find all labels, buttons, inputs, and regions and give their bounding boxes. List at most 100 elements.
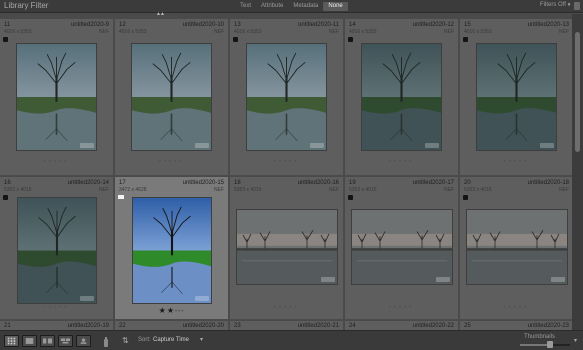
spray-can-icon	[104, 337, 108, 347]
thumbnail-cell[interactable]: 24untitled2020-225417 x 3783NEF	[345, 321, 459, 330]
rating-dots[interactable]: •••••	[0, 159, 113, 165]
cell-filename: untitled2020-23	[527, 323, 569, 329]
thumbnails-label: Thumbnails	[524, 334, 556, 340]
metadata-badge-icon[interactable]	[3, 195, 8, 200]
thumbnail-badges-icon[interactable]	[80, 296, 94, 301]
thumbnail-badges-icon[interactable]	[321, 277, 335, 282]
sort-label: Sort:	[138, 337, 151, 343]
compare-view-button[interactable]	[40, 335, 55, 347]
photo-thumbnail[interactable]	[361, 43, 442, 151]
compare-view-icon	[42, 338, 53, 344]
rating-dots[interactable]: •••••	[0, 305, 113, 311]
metadata-badge-icon[interactable]	[463, 195, 468, 200]
photo-thumbnail[interactable]	[246, 43, 327, 151]
cell-filename: untitled2020-15	[182, 180, 224, 186]
photo-thumbnail[interactable]	[476, 43, 557, 151]
survey-view-button[interactable]	[58, 335, 73, 347]
tab-text[interactable]: Text	[235, 2, 256, 11]
grid-scrollbar[interactable]	[572, 14, 583, 330]
photo-thumbnail[interactable]	[351, 209, 453, 285]
photo-thumbnail[interactable]	[132, 197, 212, 304]
thumbnail-cell[interactable]: 19 untitled2020-17 5353 x 4016 NEF •••••	[345, 177, 459, 320]
thumbnail-cell[interactable]: 13 untitled2020-11 4016 x 5353 NEF •••••	[230, 19, 344, 176]
rating-dots[interactable]: •••••	[460, 159, 572, 165]
thumbnail-cell[interactable]: 21untitled2020-195353 x 4016NEF	[0, 321, 114, 330]
rating-dots[interactable]: •••••	[115, 159, 228, 165]
cell-dimensions: 5353 x 4016	[234, 187, 262, 193]
cell-file-type: NEF	[99, 29, 109, 35]
star-empty-icon[interactable]: •	[181, 309, 184, 315]
thumbnail-cell[interactable]: 23untitled2020-215353 x 4016NEF	[230, 321, 344, 330]
thumbnail-cell[interactable]: 14 untitled2020-12 4016 x 5353 NEF •••••	[345, 19, 459, 176]
metadata-badge-icon[interactable]	[3, 37, 8, 42]
metadata-badge-icon[interactable]	[348, 195, 353, 200]
cell-index: 17	[119, 180, 126, 186]
cell-index: 20	[464, 180, 471, 186]
rating-dots[interactable]: •••••	[345, 159, 458, 165]
thumbnail-badges-icon[interactable]	[551, 277, 565, 282]
thumbnail-cell[interactable]: 20 untitled2020-18 5353 x 4016 NEF •••••	[460, 177, 572, 320]
filter-lock-icon[interactable]	[574, 2, 580, 10]
rating-dots[interactable]: •••••	[230, 305, 343, 311]
people-view-button[interactable]	[76, 335, 91, 347]
thumbnail-badges-icon[interactable]	[195, 143, 209, 148]
thumbnail-cell[interactable]: 25untitled2020-235353 x 4016NEF	[460, 321, 572, 330]
metadata-badge-icon[interactable]	[463, 37, 468, 42]
photo-thumbnail[interactable]	[16, 43, 97, 151]
cell-dimensions: 5353 x 4016	[4, 187, 32, 193]
rating-dots[interactable]: •••••	[460, 305, 572, 311]
thumbnail-cell[interactable]: 18 untitled2020-16 5353 x 4016 NEF •••••	[230, 177, 344, 320]
thumbnail-cell[interactable]: 15 untitled2020-13 4016 x 5353 NEF •••••	[460, 19, 572, 176]
thumbnail-size-knob[interactable]	[547, 341, 553, 348]
painter-button[interactable]	[102, 335, 110, 347]
thumbnail-cell[interactable]: 12 untitled2020-10 4016 x 5353 NEF •••••	[115, 19, 229, 176]
thumbnail-cell[interactable]: 22untitled2020-205353 x 4016NEF	[115, 321, 229, 330]
metadata-badge-icon[interactable]	[233, 37, 238, 42]
grid-scrollbar-thumb[interactable]	[575, 32, 580, 152]
cell-file-type: NEF	[329, 29, 339, 35]
chevron-down-icon[interactable]: ▾	[200, 336, 203, 343]
thumbnail-cell[interactable]: 16 untitled2020-14 5353 x 4016 NEF •••••	[0, 177, 114, 320]
thumbnail-badges-icon[interactable]	[310, 143, 324, 148]
star-filled-icon[interactable]: ★	[159, 306, 167, 315]
pick-flag-icon[interactable]	[118, 195, 124, 199]
cell-filename: untitled2020-11	[298, 22, 339, 28]
cell-index: 24	[349, 323, 356, 329]
star-rating[interactable]: ★★•••	[115, 306, 228, 315]
thumbnail-badges-icon[interactable]	[195, 296, 209, 301]
cell-filename: untitled2020-12	[412, 22, 454, 28]
tab-metadata[interactable]: Metadata	[288, 2, 323, 11]
cell-index: 21	[4, 323, 11, 329]
thumbnail-cell[interactable]: 11 untitled2020-9 4016 x 5353 NEF •••••	[0, 19, 114, 176]
loupe-view-button[interactable]	[22, 335, 37, 347]
cell-filename: untitled2020-16	[297, 180, 339, 186]
thumbnail-badges-icon[interactable]	[436, 277, 450, 282]
photo-thumbnail[interactable]	[466, 209, 568, 285]
photo-thumbnail[interactable]	[236, 209, 338, 285]
thumbnail-size-slider[interactable]	[520, 341, 570, 348]
metadata-badge-icon[interactable]	[348, 37, 353, 42]
thumbnail-cell[interactable]: 17 untitled2020-15 3472 x 4628 NEF ★★•••	[115, 177, 229, 320]
star-filled-icon[interactable]: ★	[167, 306, 175, 315]
rating-dots[interactable]: •••••	[345, 305, 458, 311]
toolbar-options-icon[interactable]: ▾	[574, 337, 577, 344]
tab-attribute[interactable]: Attribute	[256, 2, 288, 11]
people-view-icon	[80, 338, 87, 344]
grid-view-button[interactable]	[4, 335, 19, 347]
photo-thumbnail[interactable]	[131, 43, 212, 151]
sort-direction-icon[interactable]: ⇅	[122, 336, 129, 345]
cell-filename: untitled2020-14	[67, 180, 109, 186]
photo-thumbnail[interactable]	[17, 197, 97, 304]
cell-index: 22	[119, 323, 126, 329]
thumbnail-badges-icon[interactable]	[425, 143, 439, 148]
cell-filename: untitled2020-22	[412, 323, 454, 329]
cell-index: 13	[234, 22, 241, 28]
cell-dimensions: 4016 x 5353	[4, 29, 32, 35]
filters-preset-dropdown[interactable]: Filters Off ♦	[540, 2, 571, 8]
tab-none[interactable]: None	[323, 2, 348, 11]
thumbnail-badges-icon[interactable]	[540, 143, 554, 148]
cell-index: 11	[4, 22, 11, 28]
rating-dots[interactable]: •••••	[230, 159, 343, 165]
thumbnail-badges-icon[interactable]	[80, 143, 94, 148]
sort-dropdown[interactable]: Capture Time	[153, 337, 189, 343]
